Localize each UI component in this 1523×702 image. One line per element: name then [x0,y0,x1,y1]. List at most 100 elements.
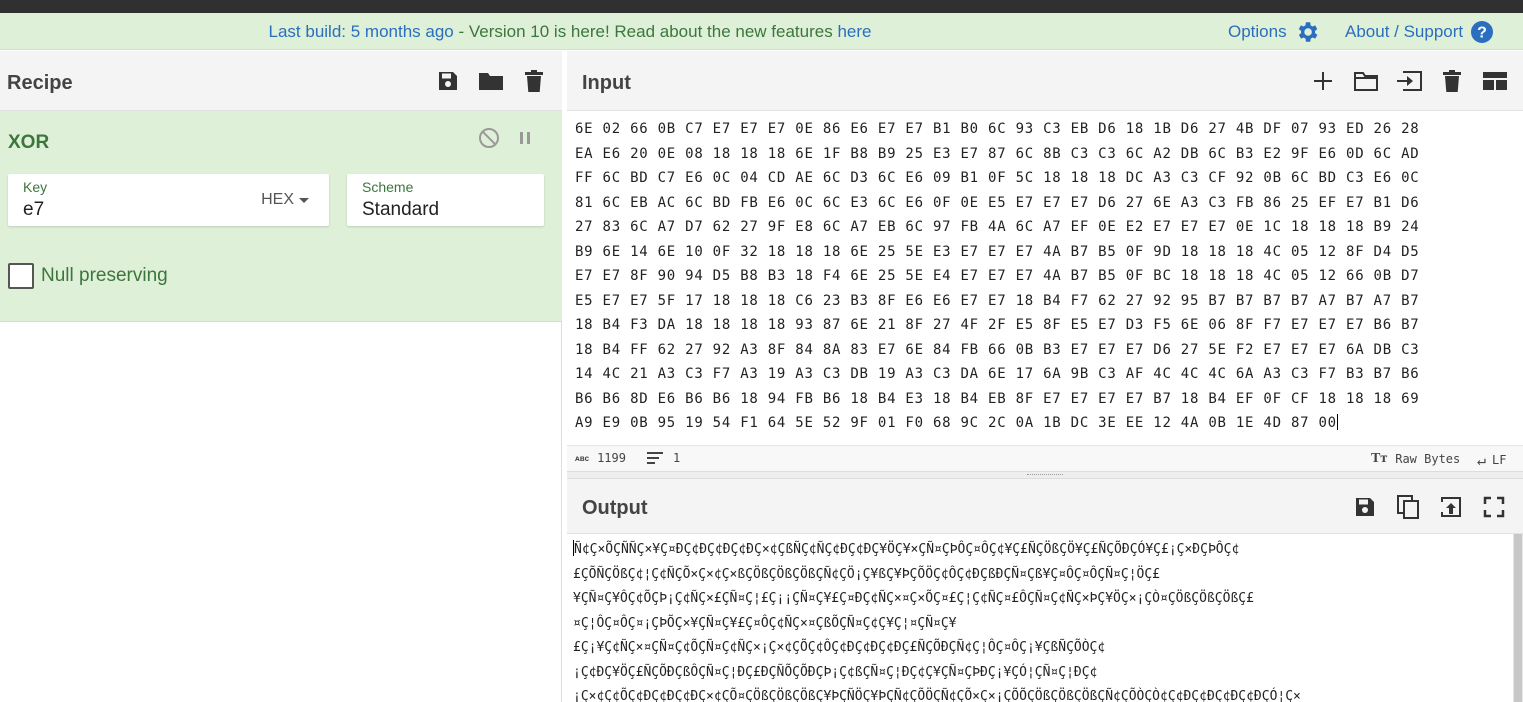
key-format-dropdown[interactable]: HEX [261,191,309,209]
open-folder-button[interactable] [1351,66,1381,96]
output-line: ¡Ç×¢Ç¢ÕÇ¢ÐÇ¢ÐÇ¢ÐÇ×¢ÇÕ¤ÇÖßÇÖßÇÖßÇ¥ÞÇÑÖÇ¥Þ… [573,689,1301,702]
open-file-button[interactable] [1394,66,1424,96]
input-pane: Input 6E 02 66 0B C7 E7 E7 E7 0E 86 E6 E… [567,51,1523,471]
version-message: - Version 10 is here! Read about the new… [453,22,838,41]
output-title: Output [582,497,648,519]
plus-icon [1314,72,1332,90]
output-header: Output [567,479,1523,534]
input-line: A9 E9 0B 95 19 54 F1 64 5E 52 9F 01 F0 6… [575,415,1337,431]
input-line: 14 4C 21 A3 C3 F7 A3 19 A3 C3 DB 19 A3 C… [575,366,1420,382]
input-line: FF 6C BD C7 E6 0C 04 CD AE 6C D3 6C E6 0… [575,170,1420,186]
scheme-select[interactable]: Standard [362,199,439,221]
folder-icon [479,73,503,90]
save-icon [439,72,457,90]
output-line: ¡Ç¢ÐÇ¥ÖÇ£ÑÇÕÐÇßÔÇÑ¤Ç¦ÐÇ£ÐÇÑÕÇÕÐÇÞ¡Ç¢ßÇÑ¤… [573,664,1098,680]
import-icon [1397,71,1422,91]
scrollbar-thumb[interactable] [1514,534,1522,702]
layout-icon [1483,72,1507,90]
input-line: 6E 02 66 0B C7 E7 E7 E7 0E 86 E6 E7 E7 B… [575,121,1420,137]
scheme-label: Scheme [362,179,414,195]
about-support-label: About / Support [1345,21,1464,41]
input-line: EA E6 20 0E 08 18 18 18 6E 1F B8 B9 25 E… [575,145,1420,162]
caret-down-icon [299,197,309,203]
folder-open-icon [1354,72,1378,91]
grip-icon [1027,474,1063,476]
copy-icon [1397,494,1419,519]
input-line: B9 6E 14 6E 10 0F 32 18 18 18 6E 25 5E E… [575,243,1420,260]
text-size-icon: Tт [1371,451,1388,466]
output-line: Ñ¢Ç×ÕÇÑÑÇ×¥Ç¤ÐÇ¢ÐÇ¢ÐÇ¢ÐÇ×¢ÇßÑÇ¢ÑÇ¢ÐÇ¢ÐÇ¥… [574,542,1240,557]
output-text[interactable]: Ñ¢Ç×ÕÇÑÑÇ×¥Ç¤ÐÇ¢ÐÇ¢ÐÇ¢ÐÇ×¢ÇßÑÇ¢ÑÇ¢ÐÇ¢ÐÇ¥… [573,538,1503,702]
output-pane: Output Ñ¢Ç×ÕÇÑÑÇ×¥Ç¤ÐÇ¢ÐÇ¢ÐÇ¢ÐÇ×¢ÇßÑÇ¢ÑÇ… [567,479,1523,702]
abc-icon: ᴀʙᴄ [575,453,590,463]
input-eol-button[interactable]: ↵ LF [1477,451,1506,469]
key-format-value: HEX [261,191,294,208]
upload-icon [1441,496,1461,517]
load-recipe-button[interactable] [476,66,506,96]
layout-button[interactable] [1480,66,1510,96]
save-output-button[interactable] [1350,492,1380,522]
null-preserving-label: Null preserving [41,265,168,286]
input-header: Input [567,51,1523,111]
svg-text:?: ? [1477,24,1487,41]
lines-icon [647,452,663,464]
expand-icon [1483,496,1505,517]
options-label: Options [1228,21,1287,41]
input-textarea[interactable]: 6E 02 66 0B C7 E7 E7 E7 0E 86 E6 E7 E7 B… [575,117,1515,436]
trash-icon [525,70,543,92]
clear-recipe-button[interactable] [519,66,549,96]
top-bar [0,0,1523,13]
copy-output-button[interactable] [1393,492,1423,522]
gear-icon [1294,19,1320,45]
input-line: B6 B6 8D E6 B6 B6 18 94 FB B6 18 B4 E3 1… [575,390,1420,407]
notice-banner: Last build: 5 months ago - Version 10 is… [0,13,1523,50]
clear-input-button[interactable] [1437,66,1467,96]
input-title: Input [582,72,631,94]
replace-input-button[interactable] [1436,492,1466,522]
banner-message: Last build: 5 months ago - Version 10 is… [0,13,1140,50]
key-input[interactable]: e7 [23,199,44,221]
input-line-count: 1 [647,451,680,465]
null-preserving-checkbox[interactable]: Null preserving [8,263,168,289]
return-icon: ↵ [1477,451,1487,469]
xor-operation[interactable]: XOR Key e7 HEX Scheme Standard Null pres… [0,111,562,322]
checkbox-box[interactable] [8,263,34,289]
output-line: ¤Ç¦ÔÇ¤ÔÇ¤¡ÇÞÕÇ×¥ÇÑ¤Ç¥£Ç¤ÔÇ¢ÑÇ×¤ÇßÕÇÑ¤Ç¢Ç… [573,615,957,631]
key-field[interactable]: Key e7 HEX [8,174,329,226]
recipe-title: Recipe [7,72,73,94]
save-icon [1356,497,1374,516]
disable-icon [479,128,499,148]
add-input-button[interactable] [1308,66,1338,96]
save-recipe-button[interactable] [433,66,463,96]
scheme-field[interactable]: Scheme Standard [347,174,544,226]
output-scrollbar[interactable] [1513,534,1523,702]
recipe-pane: Recipe XOR Key e7 HEX Scheme Standard Nu… [0,51,562,702]
input-line: E5 E7 E7 5F 17 18 18 18 C6 23 B3 8F E6 E… [575,292,1420,309]
maximise-output-button[interactable] [1479,492,1509,522]
pane-resize-handle[interactable] [567,471,1523,479]
input-status-bar: ᴀʙᴄ 1199 1 Tт Raw Bytes ↵ LF [567,445,1523,471]
operation-name: XOR [8,132,50,153]
key-label: Key [23,179,48,195]
options-button[interactable]: Options [1228,13,1320,50]
input-line: 81 6C EB AC 6C BD FB E6 0C 6C E3 6C E6 0… [575,194,1420,211]
about-support-button[interactable]: About / Support ? [1345,13,1494,50]
recipe-header: Recipe [0,51,562,111]
help-icon: ? [1470,20,1494,44]
input-line: E7 E7 8F 90 94 D5 B8 B3 18 F4 6E 25 5E E… [575,268,1420,284]
breakpoint-button[interactable] [514,127,536,149]
output-line: ¥ÇÑ¤Ç¥ÔÇ¢ÕÇÞ¡Ç¢ÑÇ×£ÇÑ¤Ç¦£Ç¡¡ÇÑ¤Ç¥£Ç¤ÐÇ¢Ñ… [573,591,1254,606]
input-encoding-button[interactable]: Tт Raw Bytes [1371,451,1460,467]
disable-operation-button[interactable] [478,127,500,149]
features-link[interactable]: here [837,22,871,41]
input-line: 18 B4 F3 DA 18 18 18 18 93 87 6E 21 8F 2… [575,317,1420,333]
input-length: ᴀʙᴄ 1199 [575,451,626,465]
input-line: 18 B4 FF 62 27 92 A3 8F 84 8A 83 E7 6E 8… [575,341,1420,358]
output-line: £ÇÕÑÇÖßÇ¢¦Ç¢ÑÇÕ×Ç×¢Ç×ßÇÖßÇÖßÇÖßÇÑ¢ÇÖ¡Ç¥ß… [573,566,1160,582]
input-line: 27 83 6C A7 D7 62 27 9F E8 6C A7 EB 6C 9… [575,219,1420,235]
text-cursor [1336,414,1338,430]
pause-icon [520,132,530,144]
output-line: £Ç¡¥Ç¢ÑÇ×¤ÇÑ¤Ç¢ÕÇÑ¤Ç¢ÑÇ×¡Ç×¢ÇÕÇ¢ÔÇ¢ÐÇ¢ÐÇ… [573,640,1106,655]
last-build-text: Last build: 5 months ago [268,22,454,41]
trash-icon [1443,70,1461,92]
